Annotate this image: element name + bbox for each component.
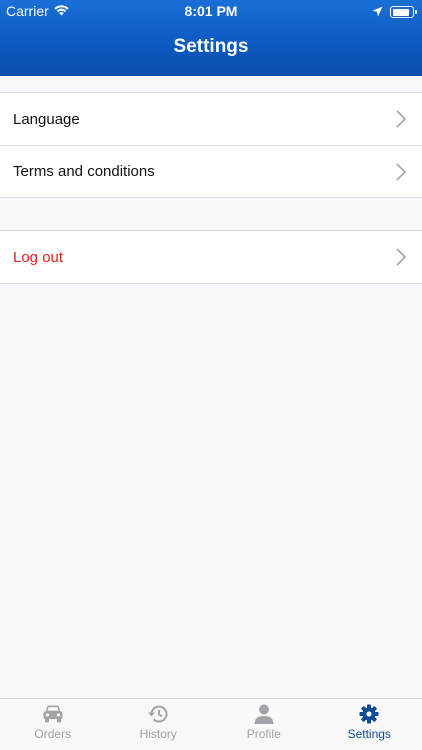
- page-title: Settings: [173, 36, 249, 57]
- tab-label: Settings: [347, 727, 391, 741]
- status-bar: Carrier 8:01 PM: [0, 0, 422, 22]
- status-time: 8:01 PM: [184, 3, 238, 19]
- tab-profile[interactable]: Profile: [211, 699, 317, 750]
- chevron-right-icon: [396, 163, 407, 185]
- tab-history[interactable]: History: [106, 699, 212, 750]
- tab-label: Profile: [246, 727, 281, 741]
- chevron-right-icon: [396, 110, 407, 132]
- status-indicators: [372, 4, 417, 20]
- navigation-header: Carrier 8:01 PM Settings: [0, 0, 422, 76]
- logout-label: Log out: [13, 248, 64, 266]
- person-icon: [253, 704, 275, 724]
- settings-row-logout[interactable]: Log out: [0, 231, 422, 283]
- settings-group-general: Language Terms and conditions: [0, 92, 422, 198]
- settings-row-terms[interactable]: Terms and conditions: [0, 145, 422, 197]
- settings-row-label: Terms and conditions: [13, 163, 155, 180]
- settings-row-label: Language: [13, 110, 80, 128]
- location-arrow-icon: [372, 4, 383, 20]
- car-icon: [42, 704, 64, 724]
- gear-icon: [358, 704, 380, 724]
- tab-label: Orders: [34, 727, 72, 741]
- tab-bar: Orders History Profile Settings: [0, 698, 422, 750]
- settings-group-account: Log out: [0, 230, 422, 284]
- battery-level: [392, 8, 409, 16]
- tab-settings[interactable]: Settings: [317, 699, 422, 750]
- chevron-right-icon: [396, 248, 407, 270]
- settings-row-language[interactable]: Language: [0, 93, 422, 145]
- battery-icon: [390, 6, 417, 18]
- tab-orders[interactable]: Orders: [0, 699, 106, 750]
- tab-label: History: [139, 727, 177, 741]
- history-icon: [147, 704, 169, 724]
